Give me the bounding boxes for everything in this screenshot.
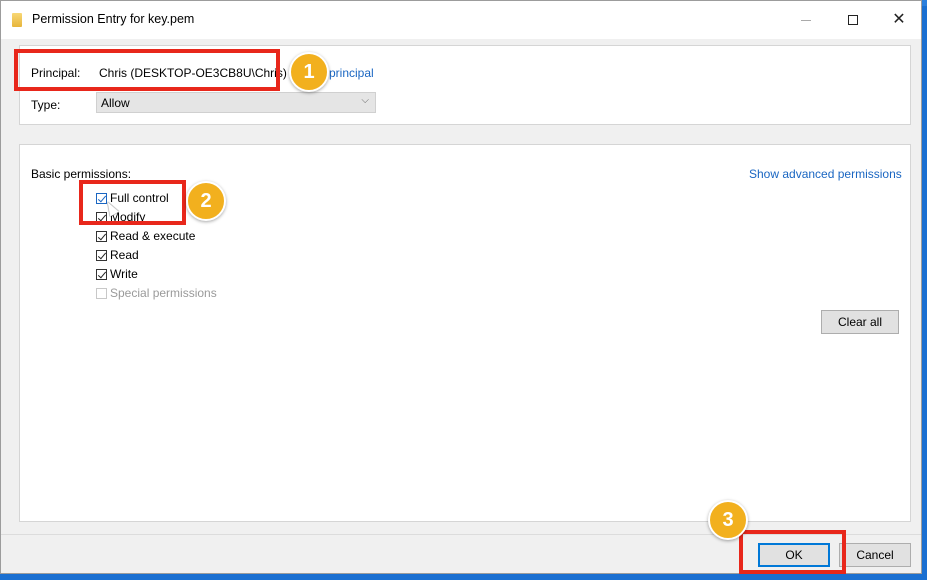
close-button[interactable]: ✕: [876, 1, 922, 39]
minimize-icon: [801, 19, 811, 21]
clear-all-button[interactable]: Clear all: [821, 310, 899, 334]
highlight-principal: [14, 49, 280, 91]
permission-special: Special permissions: [96, 284, 217, 302]
permission-label: Read & execute: [110, 229, 196, 243]
type-label: Type:: [31, 98, 61, 112]
permission-read-execute[interactable]: Read & execute: [96, 227, 195, 245]
special-permissions-checkbox: [96, 287, 107, 299]
close-icon: ✕: [892, 11, 906, 28]
permission-label: Special permissions: [110, 286, 217, 300]
read-checkbox[interactable]: [96, 249, 107, 261]
title-bar: Permission Entry for key.pem ✕: [1, 1, 921, 39]
cancel-button[interactable]: Cancel: [839, 543, 911, 567]
basic-permissions-label: Basic permissions:: [31, 167, 132, 181]
step-badge-3: 3: [708, 500, 748, 540]
permission-write[interactable]: Write: [96, 265, 138, 283]
chevron-down-icon: ⌵: [361, 95, 369, 106]
window-title: Permission Entry for key.pem: [32, 12, 195, 26]
minimize-button[interactable]: [783, 1, 829, 39]
show-advanced-permissions-link[interactable]: Show advanced permissions: [749, 167, 902, 181]
folder-icon: [12, 13, 22, 27]
step-badge-1: 1: [289, 52, 329, 92]
write-checkbox[interactable]: [96, 268, 107, 280]
permission-label: Read: [110, 248, 139, 262]
select-principal-link[interactable]: principal: [329, 66, 374, 80]
maximize-icon: [848, 15, 858, 25]
permission-label: Write: [110, 267, 138, 281]
maximize-button[interactable]: [830, 1, 876, 39]
type-select-value: Allow: [101, 96, 130, 110]
step-badge-2: 2: [186, 181, 226, 221]
type-select[interactable]: Allow ⌵: [96, 92, 376, 113]
read-execute-checkbox[interactable]: [96, 230, 107, 242]
highlight-ok-button: [739, 530, 846, 574]
highlight-full-control: [79, 180, 186, 225]
permission-read[interactable]: Read: [96, 246, 139, 264]
